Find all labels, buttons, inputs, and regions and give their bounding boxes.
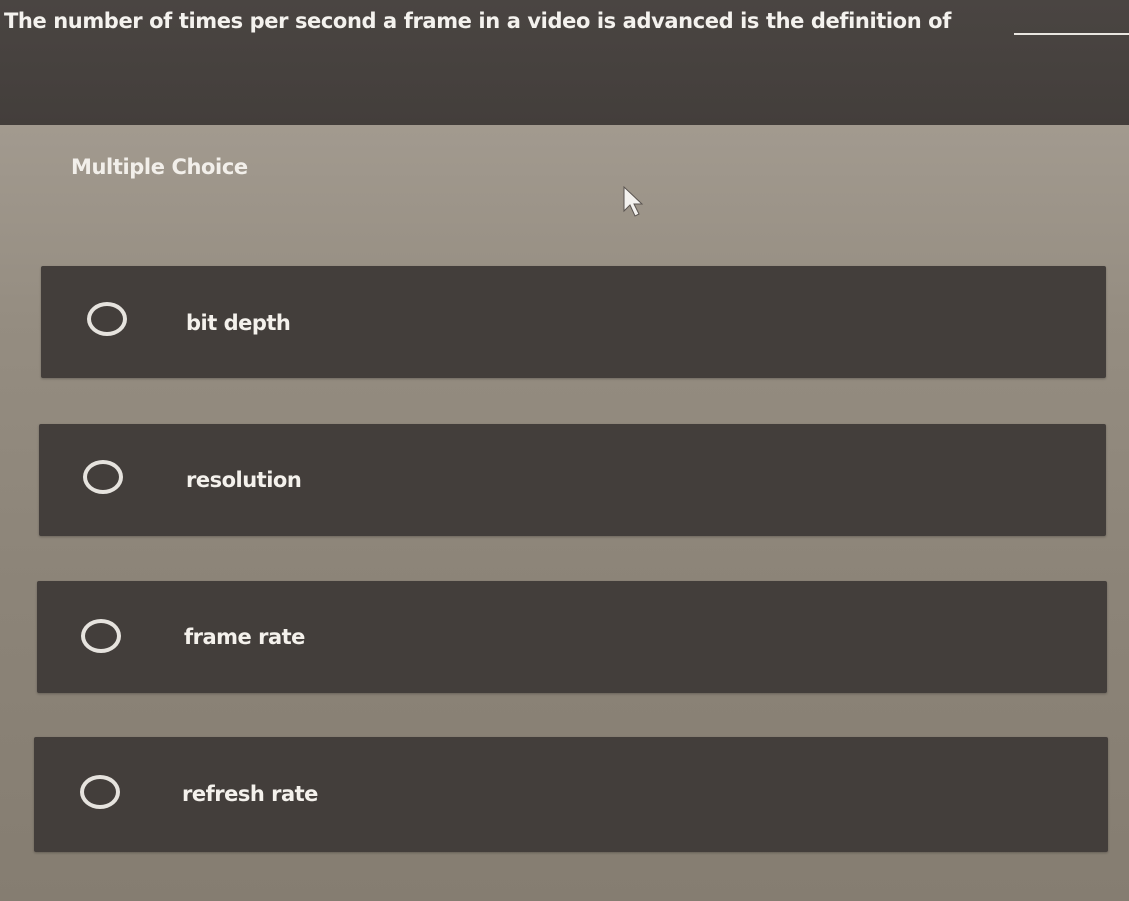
choice-option-resolution[interactable]: resolution [39, 424, 1106, 536]
radio-button-icon[interactable] [83, 460, 123, 494]
question-text: The number of times per second a frame i… [4, 9, 951, 33]
mouse-pointer-icon [623, 185, 644, 217]
quiz-page: The number of times per second a frame i… [0, 0, 1129, 901]
radio-button-icon[interactable] [81, 619, 121, 653]
choice-option-frame-rate[interactable]: frame rate [37, 581, 1107, 693]
radio-button-icon[interactable] [87, 302, 127, 336]
choice-label: frame rate [184, 625, 305, 649]
choice-option-refresh-rate[interactable]: refresh rate [34, 737, 1108, 852]
choice-label: resolution [186, 468, 302, 492]
choice-option-bit-depth[interactable]: bit depth [41, 266, 1106, 378]
question-type-label: Multiple Choice [71, 155, 248, 179]
choice-label: bit depth [186, 311, 291, 335]
question-header: The number of times per second a frame i… [0, 0, 1129, 125]
choice-label: refresh rate [182, 782, 318, 806]
radio-button-icon[interactable] [80, 775, 120, 809]
answer-blank [1014, 33, 1129, 35]
